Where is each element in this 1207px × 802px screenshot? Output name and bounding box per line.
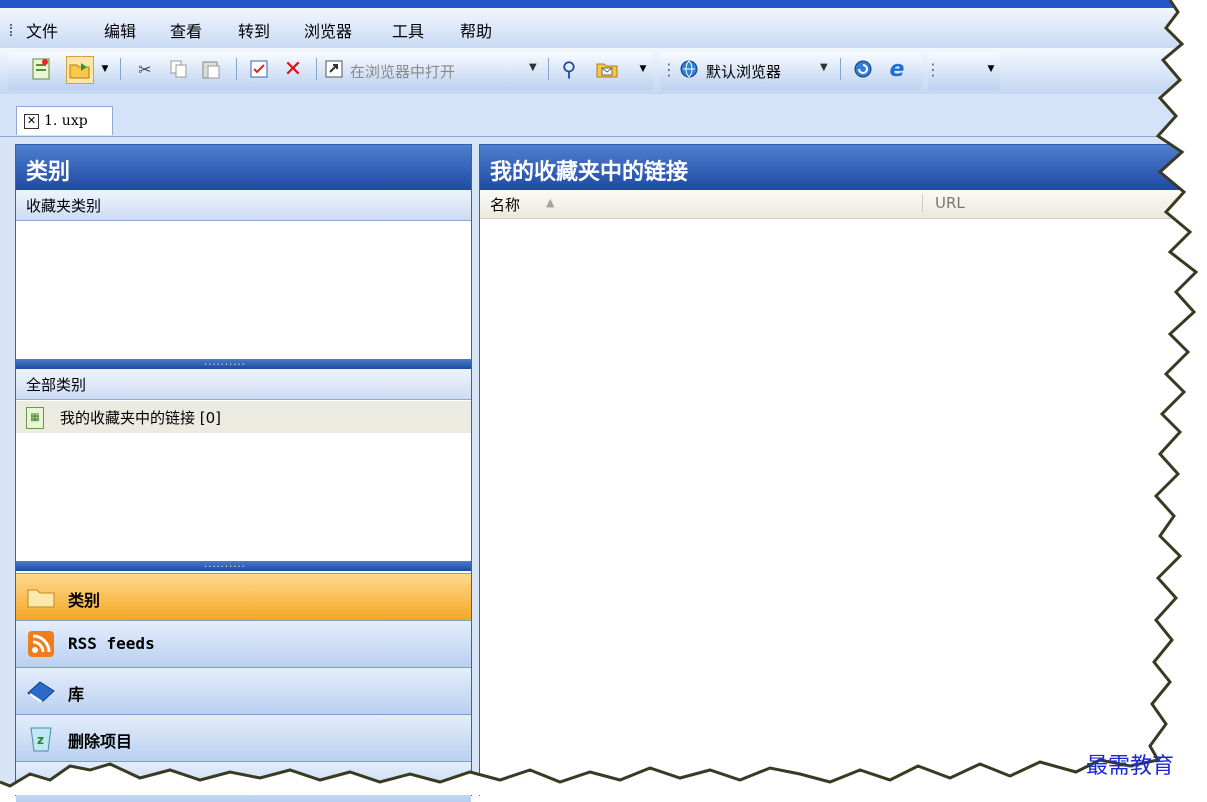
open-dropdown-icon[interactable]: ▼ — [98, 56, 112, 82]
folder-icon — [26, 583, 56, 611]
menu-tools[interactable]: 工具 — [392, 18, 424, 42]
category-item-label: 我的收藏夹中的链接 [0] — [60, 409, 222, 427]
toolbar-separator — [236, 58, 237, 80]
open-in-browser-dropdown-icon[interactable]: ▼ — [529, 62, 537, 73]
default-browser-icon[interactable] — [676, 56, 702, 82]
column-name[interactable]: 名称 — [490, 194, 520, 215]
paste-icon[interactable] — [198, 56, 224, 82]
toolbar-separator — [548, 58, 549, 80]
cut-icon[interactable]: ✂ — [132, 56, 158, 82]
close-icon[interactable]: ✕ — [24, 114, 39, 129]
menu-browser[interactable]: 浏览器 — [304, 18, 352, 42]
toolbar-separator — [120, 58, 121, 80]
open-in-browser-icon[interactable] — [324, 56, 344, 82]
svg-text:z: z — [37, 733, 44, 747]
tab-document[interactable]: ✕ 1. uxp — [16, 106, 113, 135]
links-table-body[interactable] — [480, 219, 1207, 796]
categories-panel-header: 类别 — [16, 145, 471, 190]
all-categories-header: 全部类别 — [16, 369, 471, 400]
default-browser-button[interactable]: 默认浏览器 — [706, 61, 781, 82]
menu-bar: 文件 编辑 查看 转到 浏览器 工具 帮助 — [0, 8, 1207, 48]
open-folder-icon[interactable] — [66, 56, 94, 84]
toolbar-grip-icon[interactable]: ⋮ — [661, 56, 677, 82]
menu-file[interactable]: 文件 — [26, 18, 58, 42]
recycle-bin-icon: z — [26, 724, 56, 752]
menu-view[interactable]: 查看 — [170, 18, 202, 42]
favorites-categories-list[interactable] — [16, 221, 471, 359]
book-icon — [26, 677, 56, 705]
search-icon[interactable]: ⚲ — [556, 56, 582, 82]
links-panel: 我的收藏夹中的链接 名称 ▲ URL — [479, 144, 1207, 796]
watermark-text: 最需教育 — [1086, 754, 1175, 779]
nav-label: 库 — [68, 685, 85, 704]
toolbar-grip-icon[interactable]: ⋮ — [925, 56, 941, 82]
panel-title: 类别 — [26, 160, 71, 185]
links-panel-header: 我的收藏夹中的链接 — [480, 145, 1207, 190]
toolbar-overflow-icon[interactable]: ▼ — [636, 56, 650, 82]
nav-label: 删除项目 — [68, 732, 133, 751]
toolbar-separator — [840, 58, 841, 80]
nav-label: RSS feeds — [68, 634, 155, 653]
document-tab-strip: ✕ 1. uxp — [0, 94, 1207, 137]
links-category-icon: ▦ — [26, 407, 44, 429]
nav-deleted-items[interactable]: z 删除项目 — [16, 714, 471, 761]
section-label: 全部类别 — [26, 376, 87, 394]
nav-label: 类别 — [68, 591, 101, 610]
splitter-bottom[interactable]: ·········· — [16, 561, 471, 573]
splitter-top[interactable]: ·········· — [16, 359, 471, 371]
ie-icon[interactable]: e — [884, 56, 910, 82]
open-in-browser-button[interactable]: 在浏览器中打开 — [350, 61, 455, 82]
column-divider[interactable] — [922, 194, 923, 212]
toolbar: ▼ ✂ ✕ 在浏览器中打开 ▼ ⚲ ▼ ⋮ 默认浏览器 ▼ e ⋮ ▼ — [0, 48, 1207, 94]
copy-icon[interactable] — [166, 56, 192, 82]
menu-grip[interactable] — [10, 24, 15, 36]
rss-icon — [26, 630, 56, 658]
links-table-header: 名称 ▲ URL — [480, 190, 1207, 219]
sort-ascending-icon: ▲ — [546, 196, 555, 209]
refresh-globe-icon[interactable] — [850, 56, 876, 82]
title-bar — [0, 0, 1207, 8]
categories-panel: 类别 收藏夹类别 ·········· 全部类别 ▦ 我的收藏夹中的链接 [0]… — [15, 144, 472, 802]
splitter-grip-icon: ·········· — [204, 562, 246, 573]
toolbar-overflow-icon[interactable]: ▼ — [984, 56, 998, 82]
nav-library[interactable]: 库 — [16, 667, 471, 714]
check-mail-icon[interactable] — [594, 56, 620, 82]
category-item[interactable]: ▦ 我的收藏夹中的链接 [0] — [16, 401, 471, 433]
favorites-categories-header: 收藏夹类别 — [16, 190, 471, 221]
menu-help[interactable]: 帮助 — [460, 18, 492, 42]
panel-title: 我的收藏夹中的链接 — [490, 160, 689, 185]
toolbar-separator — [316, 58, 317, 80]
section-label: 收藏夹类别 — [26, 197, 102, 215]
nav-rss-feeds[interactable]: RSS feeds — [16, 620, 471, 667]
new-icon[interactable] — [28, 56, 54, 82]
delete-icon[interactable]: ✕ — [280, 56, 306, 82]
nav-categories[interactable]: 类别 — [16, 573, 471, 620]
menu-goto[interactable]: 转到 — [238, 18, 270, 42]
app-window: 文件 编辑 查看 转到 浏览器 工具 帮助 ▼ ✂ ✕ 在浏览器中打开 ▼ ⚲ … — [0, 0, 1207, 802]
menu-edit[interactable]: 编辑 — [104, 18, 136, 42]
properties-icon[interactable] — [246, 56, 272, 82]
nav-overflow-bar[interactable] — [16, 761, 471, 802]
default-browser-dropdown-icon[interactable]: ▼ — [820, 62, 828, 73]
tab-label: 1. uxp — [44, 113, 88, 129]
column-url[interactable]: URL — [935, 194, 965, 212]
